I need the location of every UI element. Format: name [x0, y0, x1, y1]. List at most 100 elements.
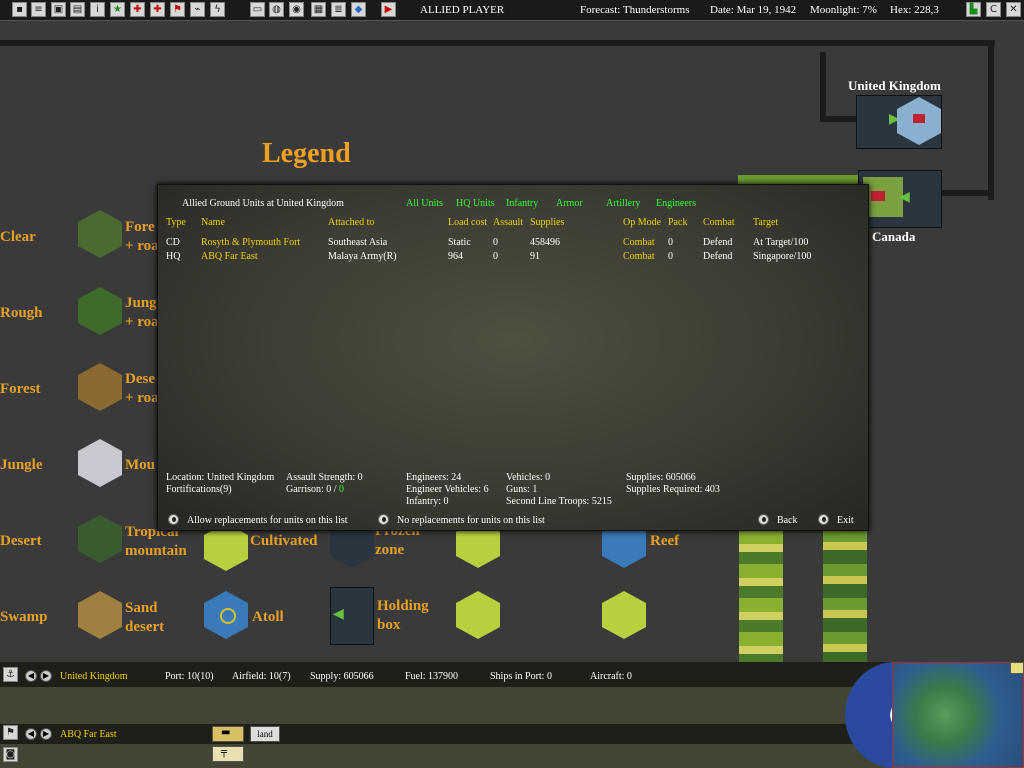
row2-combat: Defend: [703, 251, 733, 262]
filter-engineers[interactable]: Engineers: [656, 198, 696, 209]
play-icon[interactable]: ▶: [381, 2, 396, 17]
unit-info-bar: [0, 724, 900, 744]
back-button[interactable]: Back: [777, 515, 798, 526]
jungle-road-label-2: + roa: [125, 314, 159, 330]
cultivated-label: Cultivated: [250, 533, 318, 549]
save-icon[interactable]: ◆: [351, 2, 366, 17]
c-icon[interactable]: C: [986, 2, 1001, 17]
world-icon[interactable]: ◍: [269, 2, 284, 17]
row1-assault: 0: [493, 237, 498, 248]
filter-all-units[interactable]: All Units: [406, 198, 443, 209]
uk-base-box[interactable]: ▶: [856, 95, 942, 149]
document-icon[interactable]: ≣: [331, 2, 346, 17]
prev-unit-button[interactable]: ◀: [25, 728, 37, 740]
cross-flag-icon[interactable]: ✚: [150, 2, 165, 17]
col-combat[interactable]: Combat: [703, 217, 735, 228]
table-icon[interactable]: ▦: [311, 2, 326, 17]
row2-opmode[interactable]: Combat: [623, 251, 655, 262]
reef-label: Reef: [650, 533, 680, 549]
back-radio[interactable]: [758, 514, 769, 525]
bookmark-icon[interactable]: ▙: [966, 2, 981, 17]
row2-type: HQ: [166, 251, 181, 262]
col-type[interactable]: Type: [166, 217, 186, 228]
row2-name[interactable]: ABQ Far East: [201, 251, 258, 262]
gun-icon: ╤: [221, 747, 228, 758]
col-supplies[interactable]: Supplies: [530, 217, 564, 228]
cross-red-icon[interactable]: ✚: [130, 2, 145, 17]
base-name[interactable]: United Kingdom: [60, 671, 128, 682]
desert-road-label-1: Dese: [125, 371, 155, 387]
row1-name[interactable]: Rosyth & Plymouth Fort: [201, 237, 300, 248]
summary-assault-strength: Assault Strength: 0: [286, 472, 363, 483]
date-label: Date: Mar 19, 1942: [710, 4, 797, 16]
col-pack[interactable]: Pack: [668, 217, 687, 228]
row1-opmode[interactable]: Combat: [623, 237, 655, 248]
col-name[interactable]: Name: [201, 217, 225, 228]
flag-icon[interactable]: ⚑: [170, 2, 185, 17]
filter-artillery[interactable]: Artillery: [606, 198, 640, 209]
col-target[interactable]: Target: [753, 217, 778, 228]
summary-engineer-vehicles: Engineer Vehicles: 6: [406, 484, 489, 495]
ground-units-dialog: Allied Ground Units at United Kingdom Al…: [157, 184, 869, 531]
row1-combat: Defend: [703, 237, 733, 248]
col-op-mode[interactable]: Op Mode: [623, 217, 661, 228]
vehicle-icon[interactable]: ▭: [250, 2, 265, 17]
list-icon[interactable]: ≡: [31, 2, 46, 17]
forecast-label: Forecast: Thunderstorms: [580, 4, 690, 16]
filter-infantry[interactable]: Infantry: [506, 198, 538, 209]
anchor-icon[interactable]: ⚓: [3, 667, 18, 682]
forest-road-label-1: Fore: [125, 219, 155, 235]
menu-icon[interactable]: ▪: [12, 2, 27, 17]
star-icon[interactable]: ★: [110, 2, 125, 17]
ships-icon[interactable]: ▤: [70, 2, 85, 17]
transport-button[interactable]: ▬: [212, 726, 244, 742]
no-replacements-label[interactable]: No replacements for units on this list: [397, 515, 545, 526]
map-border-uk: [820, 52, 826, 122]
unit-name[interactable]: ABQ Far East: [60, 729, 117, 740]
filter-hq-units[interactable]: HQ Units: [456, 198, 495, 209]
minimap[interactable]: [892, 662, 1024, 768]
tropical-mountain-label-2: mountain: [125, 543, 187, 559]
unit-save-icon[interactable]: ◙: [3, 747, 18, 762]
legend-clear: Clear: [0, 229, 36, 245]
holding-arrow-icon: ◀: [333, 606, 344, 622]
unit-flag-icon[interactable]: ⚑: [3, 725, 18, 740]
legend-rough: Rough: [0, 305, 43, 321]
allow-replacements-radio[interactable]: [168, 514, 179, 525]
gun-button[interactable]: ╤: [212, 746, 244, 762]
close-icon[interactable]: ✕: [1006, 2, 1021, 17]
land-button[interactable]: land: [250, 726, 280, 742]
globe-icon[interactable]: ◉: [289, 2, 304, 17]
summary-location: Location: United Kingdom: [166, 472, 275, 483]
bolt-icon[interactable]: ϟ: [210, 2, 225, 17]
legend-title: Legend: [262, 138, 351, 169]
truck-icon: ▬: [221, 727, 231, 738]
garrison-text: Garrison: 0 /: [286, 484, 337, 495]
allow-replacements-label[interactable]: Allow replacements for units on this lis…: [187, 515, 348, 526]
exit-button[interactable]: Exit: [837, 515, 854, 526]
col-attached[interactable]: Attached to: [328, 217, 374, 228]
prev-base-button[interactable]: ◀: [25, 670, 37, 682]
summary-fortifications: Fortifications(9): [166, 484, 232, 495]
legend-jungle: Jungle: [0, 457, 43, 473]
col-assault[interactable]: Assault: [493, 217, 523, 228]
no-replacements-radio[interactable]: [378, 514, 389, 525]
holding-box-icon: ◀: [330, 587, 374, 645]
ships-value: Ships in Port: 0: [490, 671, 552, 682]
minimap-toggle-icon[interactable]: [1010, 662, 1024, 674]
canada-base-box[interactable]: ◀: [858, 170, 942, 228]
exit-radio[interactable]: [818, 514, 829, 525]
chart-icon[interactable]: ⌁: [190, 2, 205, 17]
summary-infantry: Infantry: 0: [406, 496, 449, 507]
map-tile-strip-b: [823, 530, 867, 662]
jungle-road-hex-icon: [78, 287, 122, 335]
next-base-button[interactable]: ▶: [40, 670, 52, 682]
report-icon[interactable]: ▣: [51, 2, 66, 17]
map-border-right: [988, 40, 994, 200]
filter-armor[interactable]: Armor: [556, 198, 583, 209]
summary-supplies: Supplies: 605066: [626, 472, 696, 483]
uk-map-label: United Kingdom: [848, 78, 941, 93]
info-icon[interactable]: i: [90, 2, 105, 17]
col-load-cost[interactable]: Load cost: [448, 217, 487, 228]
next-unit-button[interactable]: ▶: [40, 728, 52, 740]
